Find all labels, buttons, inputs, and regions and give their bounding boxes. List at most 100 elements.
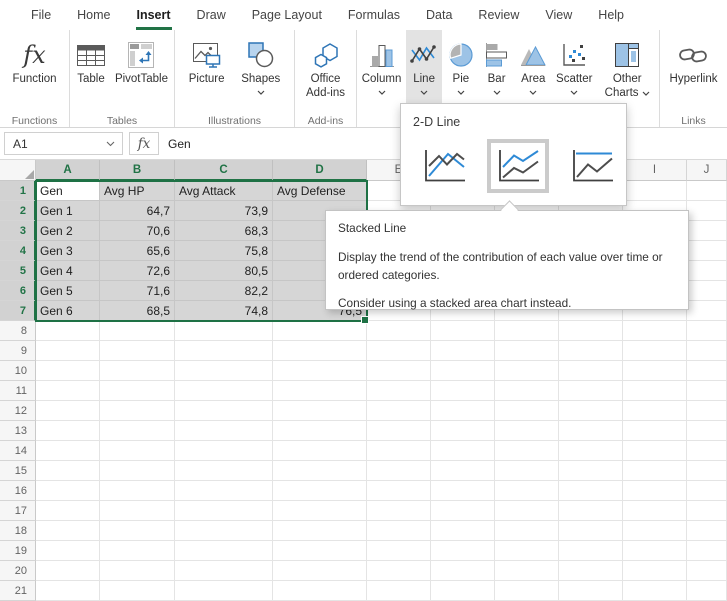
cell-I16[interactable] [623, 481, 687, 501]
office-addins-button[interactable]: Office Add-ins [296, 30, 356, 114]
cell-H9[interactable] [559, 341, 623, 361]
cell-J19[interactable] [687, 541, 727, 561]
cell-C13[interactable] [175, 421, 273, 441]
cell-B20[interactable] [100, 561, 175, 581]
cell-H10[interactable] [559, 361, 623, 381]
cell-D12[interactable] [273, 401, 367, 421]
menu-tab-view[interactable]: View [532, 0, 585, 30]
hyperlink-button[interactable]: Hyperlink [667, 30, 721, 114]
cell-C11[interactable] [175, 381, 273, 401]
bar-chart-button[interactable]: Bar [480, 30, 514, 114]
cell-H13[interactable] [559, 421, 623, 441]
menu-tab-data[interactable]: Data [413, 0, 465, 30]
cell-H11[interactable] [559, 381, 623, 401]
cell-A5[interactable]: Gen 4 [36, 261, 100, 281]
cell-E8[interactable] [367, 321, 431, 341]
row-header-2[interactable]: 2 [0, 201, 36, 221]
cell-J20[interactable] [687, 561, 727, 581]
cell-J21[interactable] [687, 581, 727, 601]
cell-A4[interactable]: Gen 3 [36, 241, 100, 261]
cell-B16[interactable] [100, 481, 175, 501]
menu-tab-page-layout[interactable]: Page Layout [239, 0, 335, 30]
table-button[interactable]: Table [73, 30, 109, 114]
pivottable-button[interactable]: PivotTable [112, 30, 171, 114]
cell-C6[interactable]: 82,2 [175, 281, 273, 301]
cell-G19[interactable] [495, 541, 559, 561]
cell-C9[interactable] [175, 341, 273, 361]
cell-I19[interactable] [623, 541, 687, 561]
chart-type-line[interactable] [413, 139, 475, 193]
cell-F16[interactable] [431, 481, 495, 501]
cell-J16[interactable] [687, 481, 727, 501]
cell-B10[interactable] [100, 361, 175, 381]
row-header-5[interactable]: 5 [0, 261, 36, 281]
cell-E20[interactable] [367, 561, 431, 581]
cell-B6[interactable]: 71,6 [100, 281, 175, 301]
cell-F14[interactable] [431, 441, 495, 461]
cell-D1[interactable]: Avg Defense [273, 181, 367, 201]
cell-J12[interactable] [687, 401, 727, 421]
cell-A3[interactable]: Gen 2 [36, 221, 100, 241]
chart-type-100-stacked-line[interactable] [561, 139, 623, 193]
cell-I10[interactable] [623, 361, 687, 381]
cell-A19[interactable] [36, 541, 100, 561]
cell-J11[interactable] [687, 381, 727, 401]
cell-G18[interactable] [495, 521, 559, 541]
cell-I12[interactable] [623, 401, 687, 421]
row-header-19[interactable]: 19 [0, 541, 36, 561]
cell-H18[interactable] [559, 521, 623, 541]
column-chart-button[interactable]: Column [359, 30, 405, 114]
cell-D18[interactable] [273, 521, 367, 541]
cell-A1[interactable]: Gen [36, 181, 100, 201]
cell-B13[interactable] [100, 421, 175, 441]
cell-B11[interactable] [100, 381, 175, 401]
cell-D17[interactable] [273, 501, 367, 521]
area-chart-button[interactable]: Area [515, 30, 551, 114]
cell-A10[interactable] [36, 361, 100, 381]
row-header-14[interactable]: 14 [0, 441, 36, 461]
cell-B15[interactable] [100, 461, 175, 481]
row-header-8[interactable]: 8 [0, 321, 36, 341]
row-header-7[interactable]: 7 [0, 301, 36, 321]
cell-C7[interactable]: 74,8 [175, 301, 273, 321]
cell-J9[interactable] [687, 341, 727, 361]
cell-B19[interactable] [100, 541, 175, 561]
row-header-16[interactable]: 16 [0, 481, 36, 501]
column-header-J[interactable]: J [687, 160, 727, 181]
cell-E12[interactable] [367, 401, 431, 421]
function-button[interactable]: fx Function [9, 30, 59, 114]
cell-B4[interactable]: 65,6 [100, 241, 175, 261]
cell-D15[interactable] [273, 461, 367, 481]
cell-B14[interactable] [100, 441, 175, 461]
row-header-10[interactable]: 10 [0, 361, 36, 381]
cell-J13[interactable] [687, 421, 727, 441]
cell-F18[interactable] [431, 521, 495, 541]
cell-J2[interactable] [687, 201, 727, 221]
cell-J7[interactable] [687, 301, 727, 321]
cell-J8[interactable] [687, 321, 727, 341]
other-charts-button[interactable]: Other Charts [597, 30, 657, 114]
cell-I11[interactable] [623, 381, 687, 401]
cell-C15[interactable] [175, 461, 273, 481]
cell-D16[interactable] [273, 481, 367, 501]
cell-C1[interactable]: Avg Attack [175, 181, 273, 201]
cell-A13[interactable] [36, 421, 100, 441]
cell-D9[interactable] [273, 341, 367, 361]
cell-C5[interactable]: 80,5 [175, 261, 273, 281]
cell-B5[interactable]: 72,6 [100, 261, 175, 281]
cell-A21[interactable] [36, 581, 100, 601]
row-header-1[interactable]: 1 [0, 181, 36, 201]
cell-C3[interactable]: 68,3 [175, 221, 273, 241]
fill-handle[interactable] [361, 316, 369, 324]
cell-J4[interactable] [687, 241, 727, 261]
row-header-12[interactable]: 12 [0, 401, 36, 421]
menu-tab-formulas[interactable]: Formulas [335, 0, 413, 30]
menu-tab-draw[interactable]: Draw [184, 0, 239, 30]
cell-E21[interactable] [367, 581, 431, 601]
cell-G13[interactable] [495, 421, 559, 441]
cell-A12[interactable] [36, 401, 100, 421]
cell-I15[interactable] [623, 461, 687, 481]
cell-J18[interactable] [687, 521, 727, 541]
row-header-20[interactable]: 20 [0, 561, 36, 581]
menu-tab-insert[interactable]: Insert [124, 0, 184, 30]
